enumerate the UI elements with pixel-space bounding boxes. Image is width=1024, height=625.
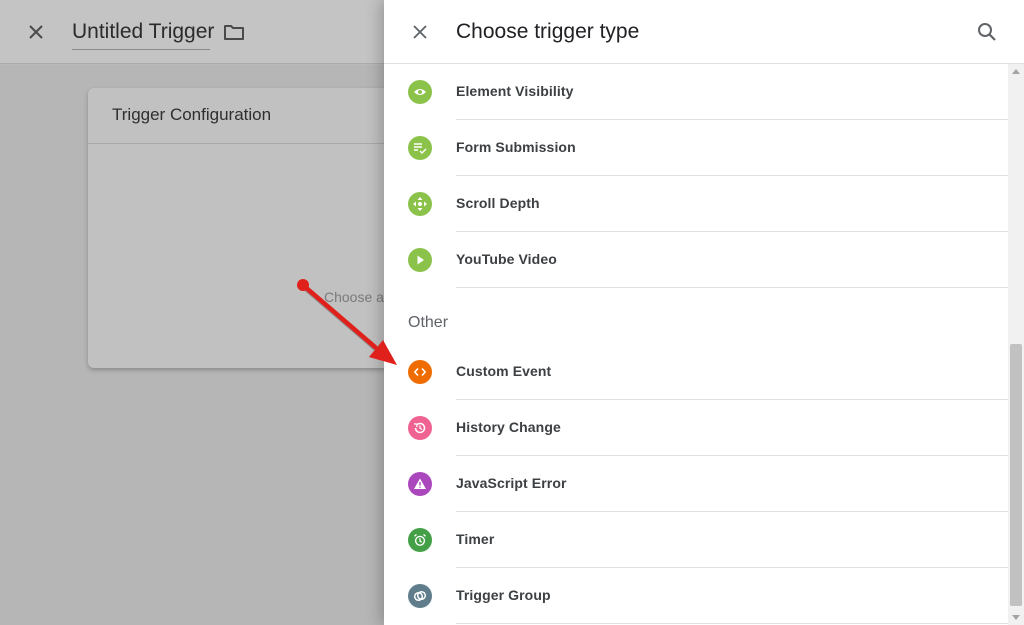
scrollbar-thumb[interactable]: [1010, 344, 1022, 606]
trigger-type-label: Element Visibility: [456, 83, 574, 99]
scroll-up-arrow[interactable]: [1012, 69, 1020, 74]
warning-icon: [408, 472, 432, 496]
eye-icon: [408, 80, 432, 104]
search-icon[interactable]: [975, 20, 999, 44]
close-icon[interactable]: [24, 20, 48, 44]
card-title: Trigger Configuration: [112, 105, 272, 124]
trigger-type-label: Custom Event: [456, 363, 552, 379]
trigger-type-timer[interactable]: Timer: [384, 512, 1008, 568]
play-icon: [408, 248, 432, 272]
section-header-other: Other: [408, 314, 449, 331]
divider: [456, 287, 1008, 288]
trigger-type-trigger-group[interactable]: Trigger Group: [384, 568, 1008, 624]
close-icon[interactable]: [408, 20, 432, 44]
trigger-type-list: Element Visibility Form Submission Scrol…: [384, 64, 1008, 625]
trigger-type-label: Trigger Group: [456, 587, 551, 603]
card-divider: [88, 143, 408, 144]
choose-trigger-type-panel: Choose trigger type Element Visibility F…: [384, 0, 1024, 625]
alarm-clock-icon: [408, 528, 432, 552]
panel-title: Choose trigger type: [456, 20, 640, 43]
trigger-type-custom-event[interactable]: Custom Event: [384, 344, 1008, 400]
form-check-icon: [408, 136, 432, 160]
trigger-type-label: Form Submission: [456, 139, 576, 155]
editor-header: Untitled Trigger: [0, 0, 384, 64]
trigger-type-label: History Change: [456, 419, 561, 435]
trigger-type-scroll-depth[interactable]: Scroll Depth: [384, 176, 1008, 232]
trigger-type-youtube-video[interactable]: YouTube Video: [384, 232, 1008, 288]
group-circles-icon: [408, 584, 432, 608]
trigger-name-input[interactable]: Untitled Trigger: [72, 20, 214, 50]
trigger-configuration-card[interactable]: Trigger Configuration Choose a: [88, 88, 408, 368]
trigger-type-label: Timer: [456, 531, 495, 547]
history-icon: [408, 416, 432, 440]
trigger-type-form-submission[interactable]: Form Submission: [384, 120, 1008, 176]
scroll-down-arrow[interactable]: [1012, 615, 1020, 620]
scroll-arrows-icon: [408, 192, 432, 216]
card-hint-text: Choose a: [324, 289, 384, 305]
code-icon: [408, 360, 432, 384]
trigger-type-label: YouTube Video: [456, 251, 557, 267]
scrollbar[interactable]: [1008, 64, 1024, 625]
divider: [456, 623, 1008, 624]
trigger-type-element-visibility[interactable]: Element Visibility: [384, 64, 1008, 120]
trigger-type-label: Scroll Depth: [456, 195, 540, 211]
trigger-type-javascript-error[interactable]: JavaScript Error: [384, 456, 1008, 512]
trigger-type-label: JavaScript Error: [456, 475, 567, 491]
trigger-type-history-change[interactable]: History Change: [384, 400, 1008, 456]
panel-header: Choose trigger type: [384, 0, 1024, 64]
folder-icon[interactable]: [222, 20, 246, 44]
